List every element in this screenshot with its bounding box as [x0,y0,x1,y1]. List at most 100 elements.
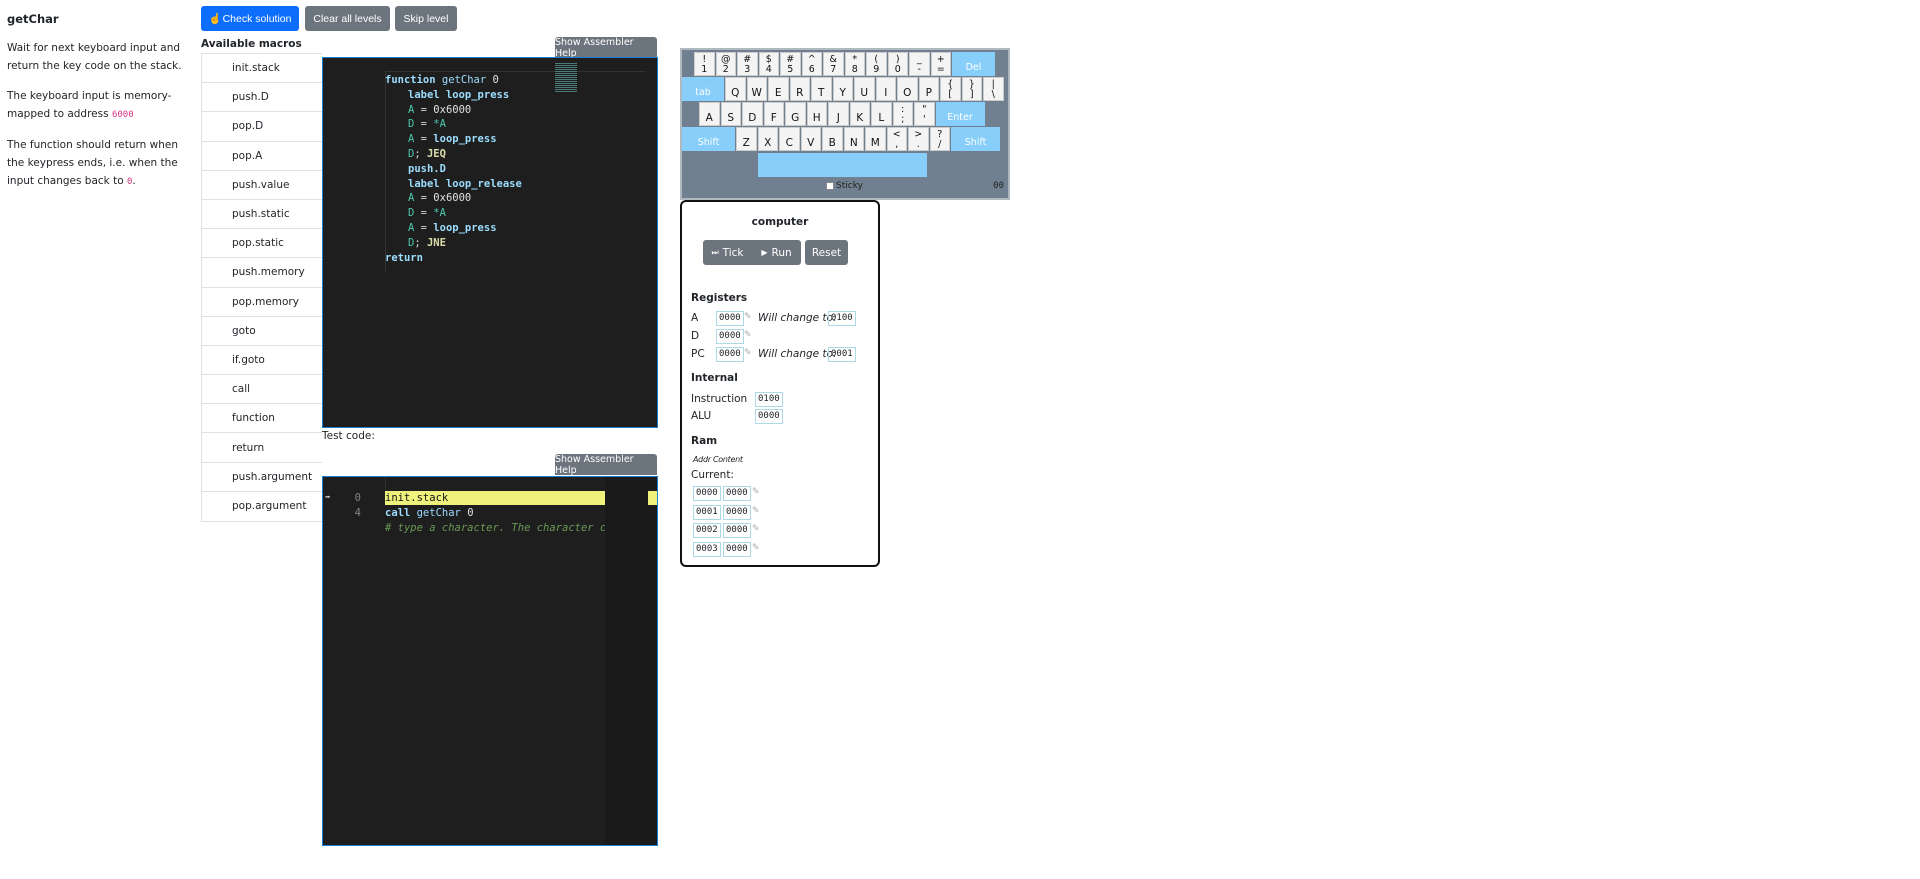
key-E[interactable]: E [768,77,789,101]
sticky-checkbox[interactable]: Sticky [826,181,863,191]
key-K[interactable]: K [849,102,870,126]
macro-item[interactable]: pop.static [202,229,322,259]
code-token: label [408,88,446,101]
key-8[interactable]: * 8 [844,52,865,76]
show-assembler-help-button-2[interactable]: Show Assembler Help [555,454,657,476]
key-symbol: ; [901,114,905,125]
key-H[interactable]: H [806,102,827,126]
test-code-editor[interactable]: ➡ 0 init.stack 4 call getChar 0 # type a char… [322,476,658,846]
key-[interactable]: | \ [983,77,1004,101]
current-line-arrow-icon: ➡ [325,493,331,503]
key-P[interactable]: P [918,77,939,101]
key-F[interactable]: F [763,102,784,126]
key-G[interactable]: G [785,102,806,126]
edit-pencil-icon[interactable]: ✎ [744,330,752,340]
code-token: push.D [408,162,446,175]
key-W[interactable]: W [746,77,767,101]
macro-item[interactable]: push.D [202,83,322,113]
check-solution-button[interactable]: ☝ Check solution [201,6,299,31]
key-4[interactable]: $4 [758,52,779,76]
show-assembler-help-button[interactable]: Show Assembler Help [555,37,657,59]
edit-pencil-icon[interactable]: ✎ [744,312,752,322]
key-Enter[interactable]: Enter [935,102,985,126]
keyboard: Sticky 00 ! 1 @2 #3 $4 #5 ^ 6 & 7 * 8(9) 0 _ - + = Del tab… [680,48,1010,200]
macro-item[interactable]: push.argument [202,463,322,492]
edit-pencil-icon[interactable]: ✎ [752,543,760,553]
key-9[interactable]: (9 [866,52,887,76]
key-[interactable]: " ' [914,102,935,126]
edit-pencil-icon[interactable]: ✎ [752,487,760,497]
key-[interactable]: <, [886,127,907,151]
computer-title: computer [751,216,809,228]
key-6[interactable]: ^ 6 [801,52,822,76]
key-I[interactable]: I [875,77,896,101]
key-7[interactable]: & 7 [823,52,844,76]
key-[interactable]: + = [930,52,951,76]
minimap[interactable] [555,62,577,92]
key-5[interactable]: #5 [780,52,801,76]
key-C[interactable]: C [779,127,800,151]
key-M[interactable]: M [865,127,886,151]
key-Y[interactable]: Y [832,77,853,101]
macro-item[interactable]: return [202,433,322,463]
will-change-label: Will change to: [758,312,837,324]
key-[interactable]: :; [892,102,913,126]
clear-all-levels-button[interactable]: Clear all levels [305,6,390,31]
key-[interactable]: >. [908,127,929,151]
space-key[interactable] [758,153,927,177]
key-1[interactable]: ! 1 [694,52,715,76]
key-3[interactable]: #3 [737,52,758,76]
skip-level-button[interactable]: Skip level [395,6,457,31]
key-[interactable]: _ - [909,52,930,76]
key-L[interactable]: L [871,102,892,126]
macro-item[interactable]: pop.A [202,142,322,171]
key-A[interactable]: A [699,102,720,126]
key-2[interactable]: @2 [715,52,736,76]
key-X[interactable]: X [757,127,778,151]
macro-item[interactable]: goto [202,317,322,346]
macro-item[interactable]: if.goto [202,346,322,376]
key-S[interactable]: S [720,102,741,126]
macro-item[interactable]: call [202,375,322,405]
macro-item[interactable]: pop.D [202,112,322,142]
text: . [132,175,136,187]
macro-item[interactable]: pop.argument [202,492,322,521]
key-tab[interactable]: tab [682,77,724,101]
key-Del[interactable]: Del [952,52,995,76]
macro-item[interactable]: push.value [202,171,322,200]
key-Shift[interactable]: Shift [682,127,735,151]
key-D[interactable]: D [742,102,763,126]
level-text-3: The function should return when the keyp… [7,136,187,191]
key-0[interactable]: ) 0 [887,52,908,76]
key-O[interactable]: O [897,77,918,101]
solution-code-editor[interactable]: function getChar 0 label loop_press A = 0x… [322,57,658,428]
key-T[interactable]: T [811,77,832,101]
key-J[interactable]: J [828,102,849,126]
key-[interactable]: ? / [929,127,950,151]
key-symbol: 8 [851,64,858,75]
key-R[interactable]: R [789,77,810,101]
reset-button[interactable]: Reset [805,240,848,265]
key-[interactable]: {[ [940,77,961,101]
edit-pencil-icon[interactable]: ✎ [752,524,760,534]
key-N[interactable]: N [843,127,864,151]
minimap[interactable] [605,477,657,845]
macro-item[interactable]: function [202,404,322,434]
run-button[interactable]: ▶ Run [752,240,801,265]
key-Q[interactable]: Q [725,77,746,101]
key-Shift[interactable]: Shift [951,127,1000,151]
macro-item[interactable]: push.static [202,200,322,230]
edit-pencil-icon[interactable]: ✎ [752,506,760,516]
key-B[interactable]: B [822,127,843,151]
tick-button[interactable]: ⏭ Tick [703,240,752,265]
register-pc-next: 0001 [828,347,856,362]
edit-pencil-icon[interactable]: ✎ [744,348,752,358]
key-V[interactable]: V [800,127,821,151]
key-Z[interactable]: Z [736,127,757,151]
key-[interactable]: }] [961,77,982,101]
macro-item[interactable]: init.stack [202,54,322,84]
key-U[interactable]: U [854,77,875,101]
macro-item[interactable]: push.memory [202,258,322,288]
checkbox[interactable] [826,182,834,190]
macro-item[interactable]: pop.memory [202,288,322,317]
